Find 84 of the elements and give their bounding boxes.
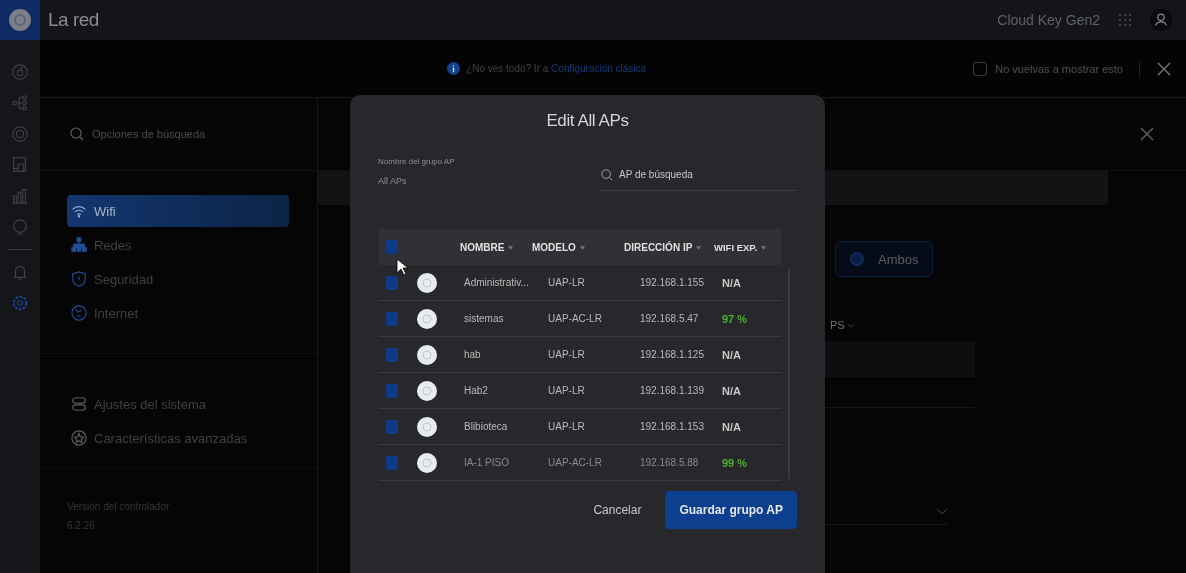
table-cell-text: 192.168.1.153 [640, 421, 705, 432]
table-cell-text: Hab2 [463, 385, 489, 396]
toggles-icon [71, 396, 87, 412]
table-cell-text: 192.168.5.88 [640, 457, 700, 468]
column-header[interactable]: NOMBRE [456, 241, 532, 253]
table-cell: N/A [722, 348, 741, 361]
row-checkbox[interactable] [386, 455, 398, 470]
table-cell: N/A [722, 420, 741, 433]
bar-chart-icon[interactable] [11, 187, 29, 205]
column-header[interactable]: WIFI EXP. [714, 241, 767, 253]
table-cell-text: 192.168.1.155 [640, 277, 705, 288]
logo-icon[interactable] [8, 8, 32, 32]
save-button[interactable]: Guardar grupo AP [665, 491, 797, 529]
gauge-icon[interactable] [11, 63, 29, 81]
sort-icon [579, 245, 585, 250]
table-cell-text: 192.168.1.125 [640, 349, 705, 360]
sort-icon [508, 245, 514, 250]
access-point-icon [417, 308, 437, 329]
access-point-icon [417, 452, 437, 473]
wifi-icon [71, 203, 87, 219]
access-point-icon [417, 416, 437, 437]
cancel-button[interactable]: Cancelar [593, 503, 642, 517]
close-icon[interactable] [1156, 60, 1172, 77]
row-checkbox[interactable] [386, 383, 398, 398]
device-name[interactable]: Cloud Key Gen2 [997, 12, 1100, 28]
table-cell-text: UAP-AC-LR [548, 457, 603, 468]
table-cell-text: UAP-AC-LR [548, 313, 603, 324]
table-cell: N/A [722, 276, 741, 289]
star-icon [71, 430, 87, 446]
mouse-cursor-icon [396, 258, 408, 276]
search-icon [70, 127, 84, 141]
checkbox[interactable] [973, 61, 988, 76]
table-cell: N/A [722, 384, 741, 397]
dropdown-label[interactable]: PS [830, 319, 845, 331]
search-field[interactable]: AP de búsqueda [599, 159, 797, 191]
table-cell: 97 % [722, 312, 748, 325]
radio-option[interactable]: Ambos [835, 241, 934, 277]
topology-icon[interactable] [11, 94, 29, 112]
target-icon[interactable] [11, 125, 29, 143]
table-cell-text: UAP-LR [548, 277, 586, 288]
select-all-checkbox[interactable] [386, 240, 398, 254]
table-cell-text: Administrativ... [463, 277, 530, 288]
column-header[interactable]: DIRECCIÓN IP [624, 241, 714, 253]
table-cell-text: IA-1 PISO [463, 457, 510, 468]
table-cell-text: Blibioteca [463, 421, 509, 432]
table-cell-text: hab [463, 349, 482, 360]
table-cell-text: UAP-LR [548, 349, 586, 360]
shield-icon [71, 271, 87, 287]
access-point-icon [417, 344, 437, 365]
checkbox-label: No vuelvas a mostrar esto [995, 62, 1123, 75]
sort-icon [696, 245, 702, 250]
row-checkbox[interactable] [386, 347, 398, 362]
group-name-field[interactable]: All APs [378, 176, 455, 186]
row-checkbox[interactable] [386, 311, 398, 326]
info-icon [447, 62, 461, 75]
nav-item[interactable]: Wifi [67, 195, 289, 227]
globe-icon [71, 305, 87, 321]
access-point-icon [417, 380, 437, 401]
table-cell-text: UAP-LR [548, 421, 586, 432]
sort-icon [761, 246, 767, 250]
network-icon [71, 237, 87, 253]
column-header[interactable]: MODELO [532, 241, 624, 253]
apps-grid-icon[interactable] [1118, 13, 1132, 27]
app-title: La red [48, 9, 100, 31]
devices-icon[interactable] [11, 156, 29, 174]
dialog-title: Edit All APs [545, 111, 630, 131]
table-cell-text: UAP-LR [548, 385, 586, 396]
chevron-icon [846, 322, 855, 328]
chevron-icon [936, 507, 948, 515]
access-point-icon [417, 272, 437, 293]
table-cell: 99 % [722, 456, 748, 469]
close-icon[interactable] [1139, 126, 1155, 142]
settings-icon[interactable] [11, 294, 29, 312]
table-cell-text: 192.168.1.139 [640, 385, 705, 396]
search-field[interactable]: Opciones de búsqueda [40, 98, 317, 171]
circle-icon[interactable] [11, 218, 29, 236]
user-icon[interactable] [1150, 9, 1172, 31]
table-cell-text: 192.168.5.47 [640, 313, 700, 324]
row-checkbox[interactable] [386, 419, 398, 434]
row-checkbox[interactable] [386, 275, 398, 290]
table-cell-text: sistemas [463, 313, 505, 324]
bell-icon[interactable] [11, 263, 29, 281]
field-label: Nombre del grupo AP [378, 157, 455, 166]
search-icon [601, 168, 613, 181]
